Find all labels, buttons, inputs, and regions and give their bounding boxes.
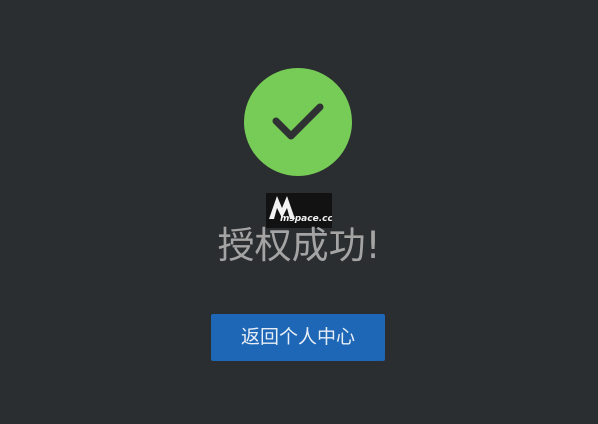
success-title: 授权成功! — [217, 224, 381, 267]
back-to-user-center-button[interactable]: 返回个人中心 — [211, 314, 385, 361]
authorization-success-page: mspace.cc 授权成功! 返回个人中心 — [0, 0, 598, 424]
checkmark-icon — [272, 103, 324, 140]
success-badge — [244, 68, 352, 176]
